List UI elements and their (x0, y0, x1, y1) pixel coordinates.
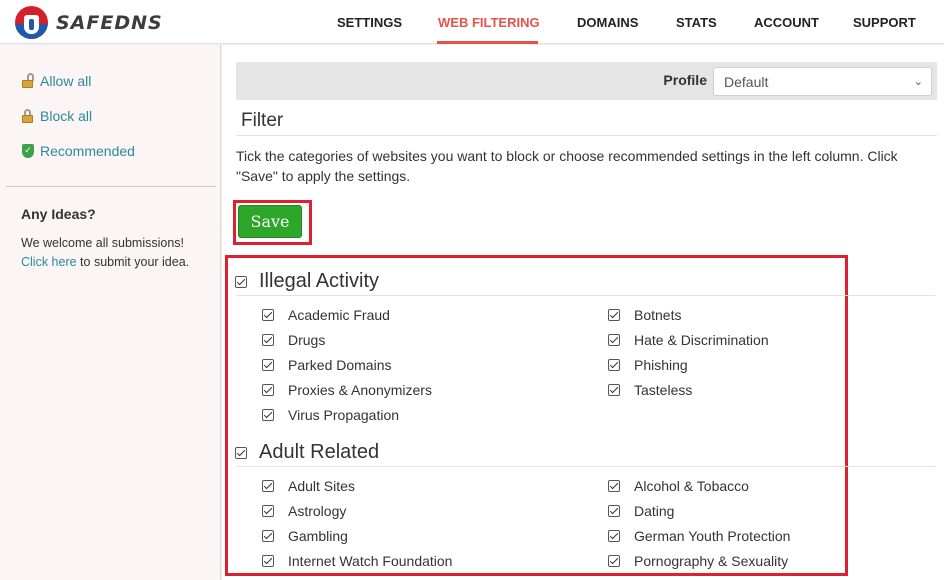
category-label: Tasteless (634, 382, 693, 398)
category-item[interactable]: Internet Watch Foundation (262, 553, 452, 569)
safedns-logo-icon (15, 6, 48, 39)
category-checkbox[interactable] (608, 530, 620, 542)
save-button[interactable]: Save (238, 205, 302, 238)
category-item[interactable]: Dating (608, 503, 674, 519)
category-checkbox[interactable] (262, 359, 274, 371)
category-item[interactable]: Adult Sites (262, 478, 355, 494)
category-checkbox[interactable] (608, 480, 620, 492)
category-label: Internet Watch Foundation (288, 553, 453, 569)
category-checkbox[interactable] (262, 309, 274, 321)
category-item[interactable]: Botnets (608, 307, 681, 323)
ideas-title: Any Ideas? (21, 206, 96, 222)
category-checkbox[interactable] (262, 480, 274, 492)
nav-account[interactable]: ACCOUNT (754, 15, 819, 30)
nav-stats[interactable]: STATS (676, 15, 717, 30)
recommended-label: Recommended (40, 143, 135, 159)
padlock-icon (20, 108, 36, 124)
nav-domains[interactable]: DOMAINS (577, 15, 638, 30)
sidebar-divider (6, 186, 216, 187)
submit-idea-link[interactable]: Click here (21, 255, 77, 269)
nav-web-filtering[interactable]: WEB FILTERING (438, 15, 540, 30)
category-checkbox[interactable] (608, 384, 620, 396)
category-label: Virus Propagation (288, 407, 400, 423)
category-label: Adult Sites (288, 478, 355, 494)
category-label: Dating (634, 503, 675, 519)
category-checkbox[interactable] (608, 334, 620, 346)
category-checkbox[interactable] (608, 505, 620, 517)
category-label: Botnets (634, 307, 682, 323)
category-label: Drugs (288, 332, 326, 348)
group-title: Adult Related (259, 441, 380, 463)
category-item[interactable]: Tasteless (608, 382, 692, 398)
filter-title: Filter (241, 110, 284, 131)
recommended-link[interactable]: ✓ Recommended (20, 143, 135, 159)
category-label: Academic Fraud (288, 307, 390, 323)
category-checkbox[interactable] (262, 505, 274, 517)
category-item[interactable]: Virus Propagation (262, 407, 399, 423)
group-checkbox[interactable] (235, 275, 247, 288)
category-checkbox[interactable] (608, 359, 620, 371)
category-item[interactable]: Phishing (608, 357, 688, 373)
profile-selected-value: Default (724, 74, 769, 90)
nav-settings[interactable]: SETTINGS (337, 15, 402, 30)
brand-name: SAFEDNS (56, 11, 163, 34)
shield-check-icon: ✓ (20, 143, 36, 159)
category-label: Pornography & Sexuality (634, 553, 789, 569)
active-tab-underline (437, 41, 538, 44)
category-label: Astrology (288, 503, 347, 519)
group-divider (236, 295, 935, 296)
group-title: Illegal Activity (259, 270, 380, 292)
profile-bar: Profile Default ⌄ (236, 62, 937, 100)
category-item[interactable]: Alcohol & Tobacco (608, 478, 749, 494)
allow-all-link[interactable]: Allow all (20, 73, 91, 89)
profile-select[interactable]: Default ⌄ (713, 67, 932, 96)
category-checkbox[interactable] (262, 334, 274, 346)
filter-divider (236, 135, 937, 136)
category-item[interactable]: Academic Fraud (262, 307, 390, 323)
category-label: Parked Domains (288, 357, 392, 373)
block-all-link[interactable]: Block all (20, 108, 92, 124)
group-divider (236, 466, 935, 467)
top-header: SAFEDNS SETTINGS WEB FILTERING DOMAINS S… (0, 0, 944, 44)
ideas-welcome: We welcome all submissions! (21, 236, 185, 250)
block-all-label: Block all (40, 108, 93, 124)
group-checkbox[interactable] (235, 446, 247, 459)
unlocked-padlock-icon (20, 73, 36, 89)
category-item[interactable]: Proxies & Anonymizers (262, 382, 432, 398)
ideas-text: We welcome all submissions! Click here t… (21, 234, 216, 272)
category-label: Gambling (288, 528, 348, 544)
group-illegal-activity[interactable]: Illegal Activity (235, 270, 379, 293)
category-label: Phishing (634, 357, 688, 373)
nav-support[interactable]: SUPPORT (853, 15, 916, 30)
category-item[interactable]: German Youth Protection (608, 528, 790, 544)
category-label: German Youth Protection (634, 528, 791, 544)
category-item[interactable]: Hate & Discrimination (608, 332, 769, 348)
category-item[interactable]: Pornography & Sexuality (608, 553, 788, 569)
category-checkbox[interactable] (262, 530, 274, 542)
category-item[interactable]: Drugs (262, 332, 325, 348)
ideas-after-link: to submit your idea. (76, 255, 190, 269)
category-label: Hate & Discrimination (634, 332, 769, 348)
chevron-down-icon: ⌄ (913, 76, 923, 88)
category-checkbox[interactable] (262, 555, 274, 567)
profile-label: Profile (663, 72, 707, 88)
category-checkbox[interactable] (262, 384, 274, 396)
category-label: Alcohol & Tobacco (634, 478, 749, 494)
category-item[interactable]: Parked Domains (262, 357, 392, 373)
category-item[interactable]: Astrology (262, 503, 346, 519)
main-content: Profile Default ⌄ Filter Tick the catego… (222, 45, 944, 580)
group-adult-related[interactable]: Adult Related (235, 441, 379, 464)
brand-logo[interactable]: SAFEDNS (15, 6, 163, 39)
category-label: Proxies & Anonymizers (288, 382, 432, 398)
category-checkbox[interactable] (608, 309, 620, 321)
category-checkbox[interactable] (262, 409, 274, 421)
category-item[interactable]: Gambling (262, 528, 348, 544)
sidebar: Allow all Block all ✓ Recommended Any Id… (0, 45, 221, 580)
allow-all-label: Allow all (40, 73, 92, 89)
category-checkbox[interactable] (608, 555, 620, 567)
filter-description: Tick the categories of websites you want… (236, 148, 898, 184)
